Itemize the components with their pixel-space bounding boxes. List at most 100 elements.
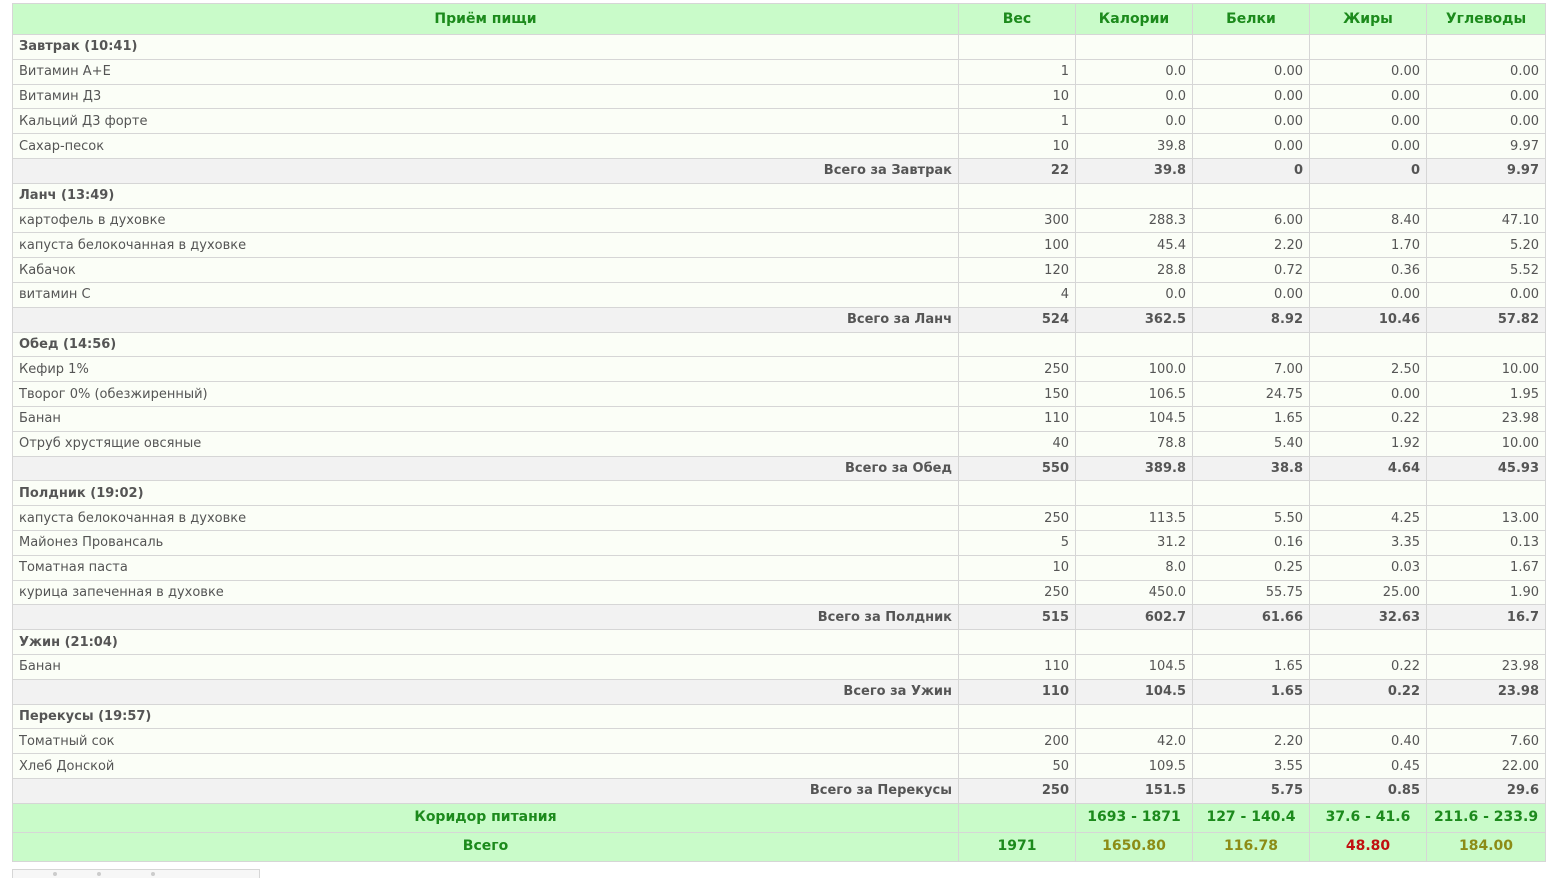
food-item-row[interactable]: Томатный сок 200 42.0 2.20 0.40 7.60 [12,728,1546,755]
food-carbs: 0.00 [1426,281,1546,308]
food-name[interactable]: витамин С [12,281,959,308]
food-item-row[interactable]: Витамин А+Е 1 0.0 0.00 0.00 0.00 [12,58,1546,85]
food-item-row[interactable]: Банан 110 104.5 1.65 0.22 23.98 [12,405,1546,432]
food-carbs: 9.97 [1426,133,1546,159]
food-item-row[interactable]: Банан 110 104.5 1.65 0.22 23.98 [12,653,1546,680]
food-carbs: 0.00 [1426,58,1546,85]
food-name[interactable]: Банан [12,653,959,680]
header-fats[interactable]: Жиры [1309,3,1427,35]
food-proteins: 1.65 [1192,653,1310,680]
food-name[interactable]: Творог 0% (обезжиренный) [12,381,959,407]
food-calories: 100.0 [1075,356,1193,383]
meal-total-row: Всего за Полдник 515 602.7 61.66 32.63 16.7 [12,604,1546,631]
header-meal[interactable]: Приём пищи [12,3,959,35]
bottom-tab-bar[interactable] [12,869,260,878]
meal-total-weight: 110 [958,678,1076,705]
food-item-row[interactable]: Майонез Провансаль 5 31.2 0.16 3.35 0.13 [12,529,1546,556]
food-fats: 3.35 [1309,529,1427,556]
food-item-row[interactable]: Кабачок 120 28.8 0.72 0.36 5.52 [12,257,1546,283]
header-calories[interactable]: Калории [1075,3,1193,35]
corridor-carbs: 211.6 - 233.9 [1426,802,1546,833]
empty-cell [1309,480,1427,507]
food-carbs: 13.00 [1426,505,1546,531]
food-proteins: 0.25 [1192,554,1310,581]
header-proteins[interactable]: Белки [1192,3,1310,35]
grand-total-proteins: 116.78 [1192,831,1310,862]
food-calories: 0.0 [1075,83,1193,110]
food-name[interactable]: Витамин Д3 [12,83,959,110]
meal-total-proteins: 0 [1192,157,1310,184]
empty-cell [958,331,1076,358]
empty-cell [958,703,1076,730]
food-fats: 0.00 [1309,58,1427,85]
empty-cell [1309,703,1427,730]
food-item-row[interactable]: Отруб хрустящие овсяные 40 78.8 5.40 1.92 10.… [12,430,1546,457]
food-calories: 113.5 [1075,505,1193,531]
food-item-row[interactable]: Кальций Д3 форте 1 0.0 0.00 0.00 0.00 [12,108,1546,135]
food-proteins: 24.75 [1192,381,1310,407]
empty-cell [958,629,1076,655]
meal-total-carbs: 9.97 [1426,157,1546,184]
empty-cell [1309,34,1427,60]
food-proteins: 0.72 [1192,257,1310,283]
header-carbs[interactable]: Углеводы [1426,3,1546,35]
food-name[interactable]: Кабачок [12,257,959,283]
food-carbs: 22.00 [1426,753,1546,779]
tab-dot [53,872,57,876]
food-carbs: 5.20 [1426,232,1546,259]
food-name[interactable]: Сахар-песок [12,133,959,159]
food-name[interactable]: Витамин А+Е [12,58,959,85]
meal-total-proteins: 61.66 [1192,604,1310,631]
food-item-row[interactable]: Творог 0% (обезжиренный) 150 106.5 24.75 0.0… [12,381,1546,407]
food-weight: 10 [958,83,1076,110]
food-name[interactable]: картофель в духовке [12,207,959,234]
food-calories: 78.8 [1075,430,1193,457]
food-item-row[interactable]: Витамин Д3 10 0.0 0.00 0.00 0.00 [12,83,1546,110]
food-fats: 0.03 [1309,554,1427,581]
empty-cell [1192,182,1310,209]
header-weight[interactable]: Вес [958,3,1076,35]
food-name[interactable]: Томатная паста [12,554,959,581]
food-name[interactable]: курица запеченная в духовке [12,579,959,606]
grand-total-fats: 48.80 [1309,831,1427,862]
meal-section-row: Ужин (21:04) [12,629,1546,655]
food-weight: 250 [958,579,1076,606]
food-name[interactable]: Майонез Провансаль [12,529,959,556]
food-item-row[interactable]: витамин С 4 0.0 0.00 0.00 0.00 [12,281,1546,308]
food-item-row[interactable]: Сахар-песок 10 39.8 0.00 0.00 9.97 [12,133,1546,159]
meal-total-row: Всего за Завтрак 22 39.8 0 0 9.97 [12,157,1546,184]
food-name[interactable]: Банан [12,405,959,432]
food-weight: 300 [958,207,1076,234]
empty-cell [1192,703,1310,730]
empty-cell [1426,703,1546,730]
food-carbs: 0.00 [1426,83,1546,110]
food-item-row[interactable]: капуста белокочанная в духовке 100 45.4 2.2… [12,232,1546,259]
food-item-row[interactable]: Томатная паста 10 8.0 0.25 0.03 1.67 [12,554,1546,581]
food-calories: 109.5 [1075,753,1193,779]
food-proteins: 55.75 [1192,579,1310,606]
food-item-row[interactable]: Хлеб Донской 50 109.5 3.55 0.45 22.00 [12,753,1546,779]
food-name[interactable]: капуста белокочанная в духовке [12,505,959,531]
food-name[interactable]: Кальций Д3 форте [12,108,959,135]
food-item-row[interactable]: капуста белокочанная в духовке 250 113.5 5.… [12,505,1546,531]
food-proteins: 0.00 [1192,83,1310,110]
meal-total-weight: 22 [958,157,1076,184]
food-name[interactable]: Томатный сок [12,728,959,755]
food-name[interactable]: Хлеб Донской [12,753,959,779]
tab-dot [97,872,101,876]
meal-body: Завтрак (10:41) Витамин А+Е 1 0.0 0.00 0.00 0.… [12,34,1546,804]
food-item-row[interactable]: картофель в духовке 300 288.3 6.00 8.40 47.10 [12,207,1546,234]
food-weight: 4 [958,281,1076,308]
food-name[interactable]: Отруб хрустящие овсяные [12,430,959,457]
food-calories: 0.0 [1075,58,1193,85]
food-name[interactable]: Кефир 1% [12,356,959,383]
food-fats: 0.36 [1309,257,1427,283]
food-item-row[interactable]: курица запеченная в духовке 250 450.0 55.75… [12,579,1546,606]
meal-section-row: Обед (14:56) [12,331,1546,358]
food-weight: 110 [958,653,1076,680]
food-item-row[interactable]: Кефир 1% 250 100.0 7.00 2.50 10.00 [12,356,1546,383]
meal-total-label: Всего за Ужин [12,678,959,705]
food-proteins: 2.20 [1192,232,1310,259]
food-name[interactable]: капуста белокочанная в духовке [12,232,959,259]
food-fats: 0.00 [1309,108,1427,135]
